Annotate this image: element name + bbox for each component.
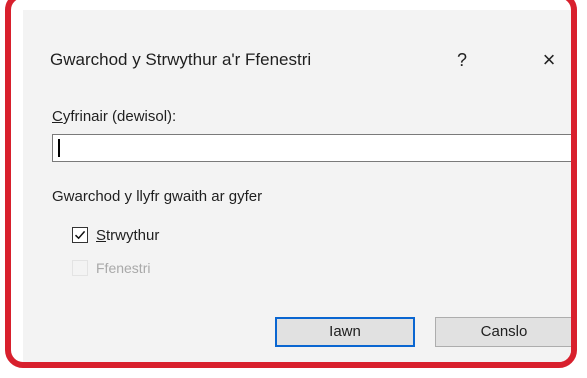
password-label-mnemonic: C <box>52 108 63 125</box>
password-label-text: yfrinair (dewisol): <box>62 108 177 125</box>
checkmark-icon <box>74 230 86 240</box>
password-input[interactable] <box>52 134 571 162</box>
close-icon: × <box>542 47 556 72</box>
ok-button[interactable]: Iawn <box>275 317 415 347</box>
dialog-title: Gwarchod y Strwythur a'r Ffenestri <box>50 50 312 69</box>
password-label: Cyfrinair (dewisol): <box>52 108 176 125</box>
highlight-frame: Gwarchod y Strwythur a'r Ffenestri ? × C… <box>5 0 577 368</box>
windows-checkbox <box>72 260 88 276</box>
structure-option[interactable]: Strwythur <box>72 224 159 246</box>
protect-group-label: Gwarchod y llyfr gwaith ar gyfer <box>52 188 263 205</box>
text-caret <box>58 139 60 157</box>
structure-label-mnemonic: S <box>96 226 107 244</box>
structure-checkbox[interactable] <box>72 227 88 243</box>
close-button[interactable]: × <box>535 46 563 74</box>
structure-label-text: trwythur <box>106 226 160 244</box>
protect-structure-dialog: Gwarchod y Strwythur a'r Ffenestri ? × C… <box>23 10 571 362</box>
help-button[interactable]: ? <box>448 46 476 74</box>
structure-label: Strwythur <box>96 227 159 244</box>
dialog-titlebar: Gwarchod y Strwythur a'r Ffenestri ? × <box>23 10 571 72</box>
windows-label: Ffenestri <box>96 260 151 276</box>
cancel-button[interactable]: Canslo <box>435 317 571 347</box>
question-mark-icon: ? <box>456 50 467 70</box>
windows-option: Ffenestri <box>72 257 150 279</box>
